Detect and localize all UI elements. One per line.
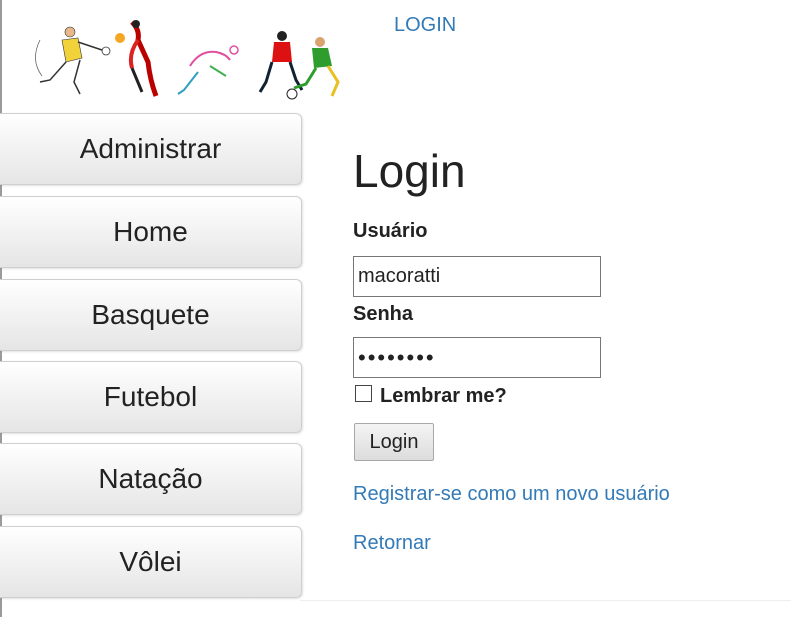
- password-input[interactable]: [353, 337, 601, 378]
- menu-item-natacao[interactable]: Natação: [0, 443, 302, 515]
- login-submit-button[interactable]: Login: [354, 423, 434, 461]
- menu-item-administrar[interactable]: Administrar: [0, 113, 302, 185]
- register-link[interactable]: Registrar-se como um novo usuário: [353, 483, 670, 506]
- menu-item-volei[interactable]: Vôlei: [0, 526, 302, 598]
- menu-item-label: Natação: [98, 463, 203, 494]
- remember-me-checkbox[interactable]: [355, 385, 372, 402]
- menu-item-futebol[interactable]: Futebol: [0, 361, 302, 433]
- menu-item-label: Home: [113, 216, 188, 247]
- page-title: Login: [353, 145, 466, 197]
- sports-banner-image: [35, 20, 340, 100]
- menu-item-label: Administrar: [79, 133, 222, 164]
- football-player-figure-2: [293, 37, 340, 97]
- menu-item-label: Basquete: [91, 299, 210, 330]
- basketball-player-figure: [115, 20, 159, 97]
- password-label: Senha: [353, 303, 414, 325]
- footer-divider: [300, 600, 791, 601]
- menu-item-basquete[interactable]: Basquete: [0, 279, 302, 351]
- back-link[interactable]: Retornar: [353, 532, 431, 555]
- menu-item-home[interactable]: Home: [0, 196, 302, 268]
- menu-item-label: Vôlei: [119, 546, 182, 577]
- username-label: Usuário: [353, 220, 428, 242]
- header-login-link[interactable]: LOGIN: [394, 14, 456, 37]
- remember-me-label[interactable]: Lembrar me?: [380, 385, 507, 408]
- runner-figure: [177, 45, 239, 95]
- username-input[interactable]: [353, 256, 601, 297]
- menu-item-label: Futebol: [103, 381, 198, 412]
- handball-player-figure: [35, 26, 111, 95]
